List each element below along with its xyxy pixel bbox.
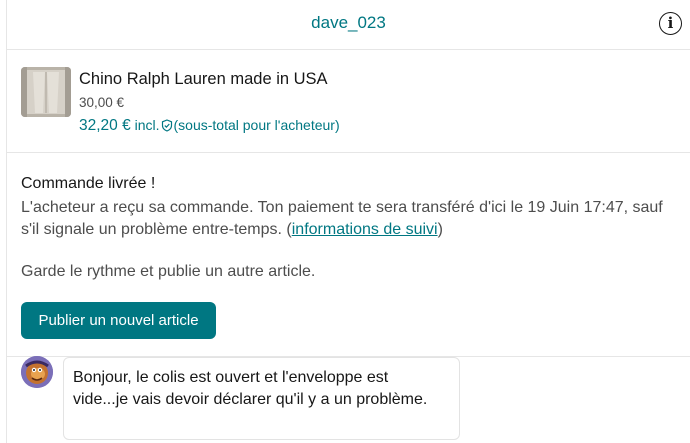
username-title[interactable]: dave_023 bbox=[7, 13, 690, 33]
item-summary[interactable]: Chino Ralph Lauren made in USA 30,00 € 3… bbox=[7, 51, 690, 153]
info-icon[interactable]: i bbox=[659, 12, 682, 35]
message-bubble[interactable]: Bonjour, le colis est ouvert et l'envelo… bbox=[63, 357, 460, 440]
total-suffix: incl. bbox=[134, 117, 160, 133]
tracking-link[interactable]: informations de suivi bbox=[292, 221, 438, 238]
item-title[interactable]: Chino Ralph Lauren made in USA bbox=[79, 70, 328, 89]
avatar[interactable] bbox=[21, 356, 53, 388]
total-note: (sous-total pour l'acheteur) bbox=[173, 117, 340, 133]
publish-button[interactable]: Publier un nouvel article bbox=[21, 302, 216, 339]
message-text: Bonjour, le colis est ouvert et l'envelo… bbox=[73, 369, 428, 408]
status-cta-text: Garde le rythme et publie un autre artic… bbox=[21, 263, 316, 280]
order-status: Commande livrée ! L'acheteur a reçu sa c… bbox=[7, 154, 690, 357]
conversation-header: dave_023 i bbox=[7, 0, 690, 50]
status-body: L'acheteur a reçu sa commande. Ton paiem… bbox=[21, 199, 663, 238]
shield-icon[interactable] bbox=[161, 119, 173, 135]
status-title: Commande livrée ! bbox=[21, 175, 156, 192]
buyer-total: 32,20 € incl. (sous-total pour l'acheteur… bbox=[79, 117, 340, 135]
product-thumbnail[interactable] bbox=[21, 67, 71, 117]
item-price: 30,00 € bbox=[79, 95, 125, 110]
total-price: 32,20 € bbox=[79, 117, 131, 134]
